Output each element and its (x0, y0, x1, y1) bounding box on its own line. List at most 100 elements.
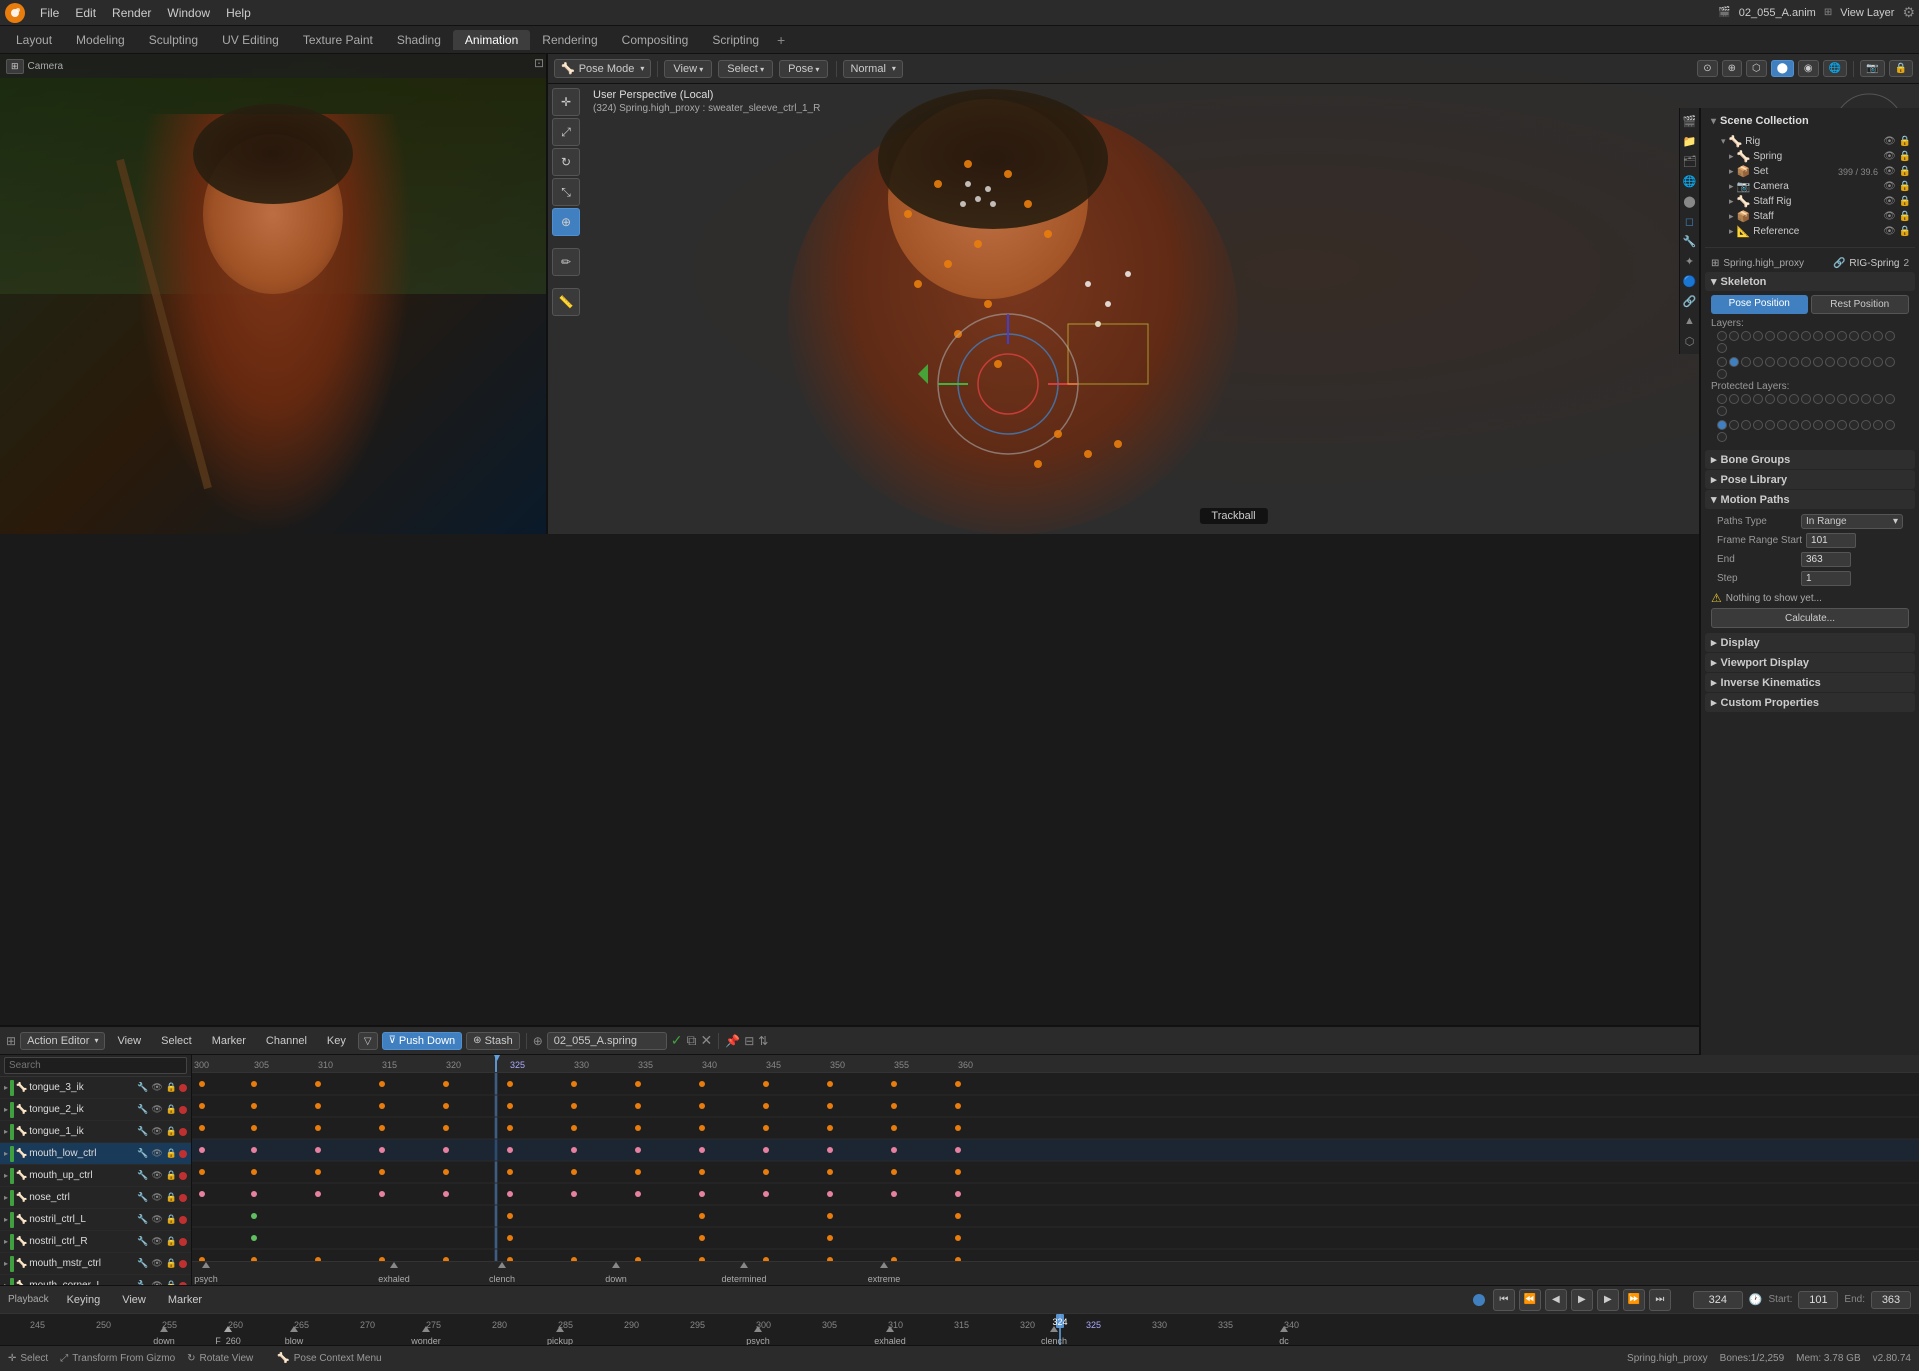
playback-view-menu[interactable]: View (114, 1292, 154, 1308)
channel-search-input[interactable] (4, 1057, 187, 1074)
tab-texture-paint[interactable]: Texture Paint (291, 30, 385, 50)
prop-tab-physics[interactable]: 🔵 (1681, 272, 1699, 290)
layer-dot-3[interactable] (1741, 331, 1751, 341)
channel-nostrilR[interactable]: ▸ 🦴 nostril_ctrl_R 🔧 👁 🔒 (0, 1231, 191, 1253)
editor-type-selector[interactable]: Action Editor ▾ (20, 1032, 105, 1050)
frame-range-start-input[interactable] (1806, 533, 1856, 548)
tab-layout[interactable]: Layout (4, 30, 64, 50)
prop-tab-modifiers[interactable]: 🔧 (1681, 232, 1699, 250)
tl-marker-menu[interactable]: Marker (204, 1033, 254, 1049)
menu-help[interactable]: Help (218, 4, 259, 22)
layer-dot-26[interactable] (1825, 357, 1835, 367)
measure-tool[interactable]: 📏 (552, 288, 580, 316)
layer-dot-9[interactable] (1813, 331, 1823, 341)
next-frame-button[interactable]: ▶ (1597, 1289, 1619, 1311)
tl-channel-menu[interactable]: Channel (258, 1033, 315, 1049)
scene-item-spring[interactable]: ▸ 🦴 Spring 👁 🔒 (1705, 149, 1915, 164)
layer-dot-4[interactable] (1753, 331, 1763, 341)
push-down-button[interactable]: ⊽ Push Down (382, 1032, 463, 1050)
end-frame-input[interactable] (1871, 1291, 1911, 1309)
next-keyframe-button[interactable]: ⏩ (1623, 1289, 1645, 1311)
prot-dot-23[interactable] (1789, 420, 1799, 430)
layer-dot-25[interactable] (1813, 357, 1823, 367)
layer-dot-13[interactable] (1861, 331, 1871, 341)
keyframes-canvas[interactable] (192, 1073, 1919, 1285)
layer-dot-21[interactable] (1765, 357, 1775, 367)
prop-tab-world[interactable]: ⬤ (1681, 192, 1699, 210)
tab-rendering[interactable]: Rendering (530, 30, 609, 50)
prot-dot-18[interactable] (1729, 420, 1739, 430)
prot-dot-5[interactable] (1765, 394, 1775, 404)
custom-props-section[interactable]: ▸ Custom Properties (1705, 693, 1915, 712)
prop-tab-particles[interactable]: ✦ (1681, 252, 1699, 270)
prot-dot-25[interactable] (1813, 420, 1823, 430)
prot-dot-4[interactable] (1753, 394, 1763, 404)
prop-tab-output[interactable]: 📁 (1681, 132, 1699, 150)
calculate-button[interactable]: Calculate... (1711, 608, 1909, 628)
channel-mouthupctrl[interactable]: ▸ 🦴 mouth_up_ctrl 🔧 👁 🔒 (0, 1165, 191, 1187)
layer-dot-11[interactable] (1837, 331, 1847, 341)
prop-tab-view-layer[interactable]: 🗂 (1681, 152, 1699, 170)
prot-dot-14[interactable] (1873, 394, 1883, 404)
frame-step-input[interactable] (1801, 571, 1851, 586)
scale-tool[interactable]: ⤡ (552, 178, 580, 206)
rotate-tool[interactable]: ↻ (552, 148, 580, 176)
tab-modeling[interactable]: Modeling (64, 30, 137, 50)
layer-dot-22[interactable] (1777, 357, 1787, 367)
channel-mouthmstrctrl[interactable]: ▸ 🦴 mouth_mstr_ctrl 🔧 👁 🔒 (0, 1253, 191, 1275)
layer-dot-23[interactable] (1789, 357, 1799, 367)
channel-nosectrl[interactable]: ▸ 🦴 nose_ctrl 🔧 👁 🔒 (0, 1187, 191, 1209)
prop-tab-constraints[interactable]: 🔗 (1681, 292, 1699, 310)
channel-tongue2ik[interactable]: ▸ 🦴 tongue_2_ik 🔧 👁 🔒 (0, 1099, 191, 1121)
layer-dot-27[interactable] (1837, 357, 1847, 367)
status-rotate[interactable]: ↻ Rotate View (187, 1353, 253, 1364)
pose-library-section[interactable]: ▸ Pose Library (1705, 470, 1915, 489)
layer-dot-5[interactable] (1765, 331, 1775, 341)
transform-tool[interactable]: ⊕ (552, 208, 580, 236)
scene-item-staff-rig[interactable]: ▸ 🦴 Staff Rig 👁 🔒 (1705, 194, 1915, 209)
action-copy-icon[interactable]: ⧉ (687, 1032, 697, 1049)
motion-paths-header[interactable]: ▾ Motion Paths (1705, 490, 1915, 509)
tl-select-menu[interactable]: Select (153, 1033, 200, 1049)
action-name-display[interactable]: 02_055_A.spring (547, 1032, 667, 1050)
move-tool[interactable]: ⤢ (552, 118, 580, 146)
layer-dot-30[interactable] (1873, 357, 1883, 367)
prot-dot-29[interactable] (1861, 420, 1871, 430)
prop-tab-object[interactable]: ◻ (1681, 212, 1699, 230)
layer-dot-18[interactable] (1729, 357, 1739, 367)
tab-shading[interactable]: Shading (385, 30, 453, 50)
menu-window[interactable]: Window (159, 4, 218, 22)
prot-dot-27[interactable] (1837, 420, 1847, 430)
prev-keyframe-button[interactable]: ⏪ (1519, 1289, 1541, 1311)
tab-uv-editing[interactable]: UV Editing (210, 30, 291, 50)
paths-type-selector[interactable]: In Range ▾ (1801, 514, 1903, 529)
prot-dot-21[interactable] (1765, 420, 1775, 430)
menu-edit[interactable]: Edit (67, 4, 104, 22)
pin-icon[interactable]: 📌 (725, 1034, 740, 1048)
prot-dot-13[interactable] (1861, 394, 1871, 404)
layer-dot-12[interactable] (1849, 331, 1859, 341)
stash-button[interactable]: ⊛ Stash (466, 1032, 520, 1050)
prot-dot-19[interactable] (1741, 420, 1751, 430)
filter2-icon[interactable]: ⊟ (744, 1034, 754, 1048)
prot-dot-31[interactable] (1885, 420, 1895, 430)
viewport-expand-button[interactable]: ⊡ (534, 56, 544, 70)
prot-dot-11[interactable] (1837, 394, 1847, 404)
scene-item-set[interactable]: ▸ 📦 Set 399 / 39.6 👁 🔒 (1705, 164, 1915, 179)
layer-dot-1[interactable] (1717, 331, 1727, 341)
layer-dot-20[interactable] (1753, 357, 1763, 367)
prop-tab-data[interactable]: ▲ (1681, 312, 1699, 330)
add-workspace-button[interactable]: + (771, 30, 791, 50)
scene-item-rig[interactable]: ▾ 🦴 Rig 👁 🔒 (1705, 134, 1915, 149)
cursor-tool[interactable]: ✛ (552, 88, 580, 116)
prop-tab-scene[interactable]: 🌐 (1681, 172, 1699, 190)
prot-dot-12[interactable] (1849, 394, 1859, 404)
sort-icon[interactable]: ⇅ (758, 1034, 768, 1048)
prot-dot-2[interactable] (1729, 394, 1739, 404)
display-section[interactable]: ▸ Display (1705, 633, 1915, 652)
jump-end-button[interactable]: ⏭ (1649, 1289, 1671, 1311)
frame-range-end-input[interactable] (1801, 552, 1851, 567)
layer-dot-6[interactable] (1777, 331, 1787, 341)
prot-dot-6[interactable] (1777, 394, 1787, 404)
tab-sculpting[interactable]: Sculpting (137, 30, 210, 50)
